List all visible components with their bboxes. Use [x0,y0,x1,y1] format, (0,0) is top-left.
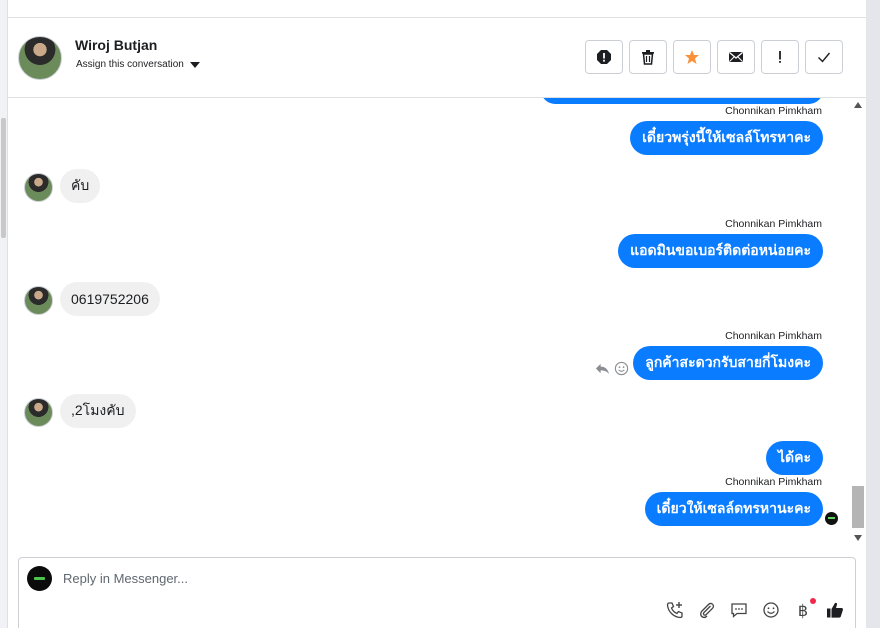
assign-conversation-dropdown[interactable]: Assign this conversation [76,59,200,70]
assign-conversation-label: Assign this conversation [76,59,184,70]
thread-scrollbar-thumb[interactable] [852,486,864,528]
message-bubble-incoming[interactable]: ,2โมงคับ [60,394,136,428]
contact-avatar-small[interactable] [24,173,53,202]
important-icon [779,51,781,63]
attachment-icon [700,602,715,619]
star-icon [685,50,699,64]
attach-file-button[interactable] [697,600,717,620]
mark-done-button[interactable] [805,40,843,74]
react-emoji-icon[interactable] [614,361,629,376]
scroll-down-arrow-icon[interactable] [854,535,862,541]
contact-avatar-small[interactable] [24,398,53,427]
messenger-inbox-window: Wiroj Butjan Assign this conversation Ch… [0,0,880,628]
top-bar [8,0,866,18]
like-icon [827,602,843,618]
mail-icon [729,52,743,62]
baht-payment-icon: ฿ [797,600,809,620]
mark-spam-button[interactable] [585,40,623,74]
reply-icon[interactable] [595,361,610,376]
composer-toolbar: ฿ [665,598,845,620]
thread-scrollbar[interactable] [850,98,866,546]
message-thread[interactable]: Chonnikan Pimkham เดี๋ยวพรุ่งนี้ให้เซลล์… [8,98,850,546]
star-button[interactable] [673,40,711,74]
notification-dot [810,598,816,604]
emoji-button[interactable] [761,600,781,620]
like-button[interactable] [825,600,845,620]
contact-avatar-small[interactable] [24,286,53,315]
right-side-panel-edge [866,0,880,628]
sender-name: Chonnikan Pimkham [725,105,822,117]
message-bubble-outgoing[interactable]: ลูกค้าสะดวกรับสายกี่โมงคะ [633,346,823,380]
sender-name: Chonnikan Pimkham [725,330,822,342]
trash-icon [642,50,654,65]
message-bubble-outgoing[interactable]: แอดมินขอเบอร์ติดต่อหน่อยคะ [618,234,823,268]
call-button[interactable] [665,600,685,620]
payment-button[interactable]: ฿ [793,598,816,620]
left-scrollbar[interactable] [0,0,8,628]
check-icon [818,52,831,63]
saved-replies-icon [731,603,747,618]
message-bubble-incoming[interactable]: 0619752206 [60,282,160,316]
seen-indicator-avatar [825,512,838,525]
reply-input[interactable] [63,571,563,586]
spam-icon [597,50,611,64]
message-bubble-outgoing-partial[interactable] [541,98,823,104]
message-bubble-incoming[interactable]: คับ [60,169,101,203]
delete-button[interactable] [629,40,667,74]
conversation-header: Wiroj Butjan Assign this conversation [8,18,866,98]
conversation-toolbar [585,40,843,74]
saved-replies-button[interactable] [729,600,749,620]
contact-avatar[interactable] [18,36,62,80]
call-add-icon [666,602,683,619]
caret-down-icon [189,61,200,68]
left-scrollbar-thumb[interactable] [1,118,6,238]
mark-important-button[interactable] [761,40,799,74]
sender-name: Chonnikan Pimkham [725,218,822,230]
message-bubble-outgoing[interactable]: ได้คะ [765,441,823,475]
sender-name: Chonnikan Pimkham [725,476,822,488]
message-actions [595,361,629,376]
mark-unread-button[interactable] [717,40,755,74]
scroll-up-arrow-icon[interactable] [854,102,862,108]
contact-name[interactable]: Wiroj Butjan [75,37,157,53]
page-avatar [27,566,52,591]
reply-composer[interactable]: ฿ [18,557,856,628]
message-bubble-outgoing[interactable]: เดี๋ยวให้เซลล์ดทรหานะคะ [644,492,823,526]
composer-area: ฿ [8,546,866,628]
emoji-icon [763,602,779,618]
message-bubble-outgoing[interactable]: เดี๋ยวพรุ่งนี้ให้เซลล์โทรหาคะ [630,121,823,155]
